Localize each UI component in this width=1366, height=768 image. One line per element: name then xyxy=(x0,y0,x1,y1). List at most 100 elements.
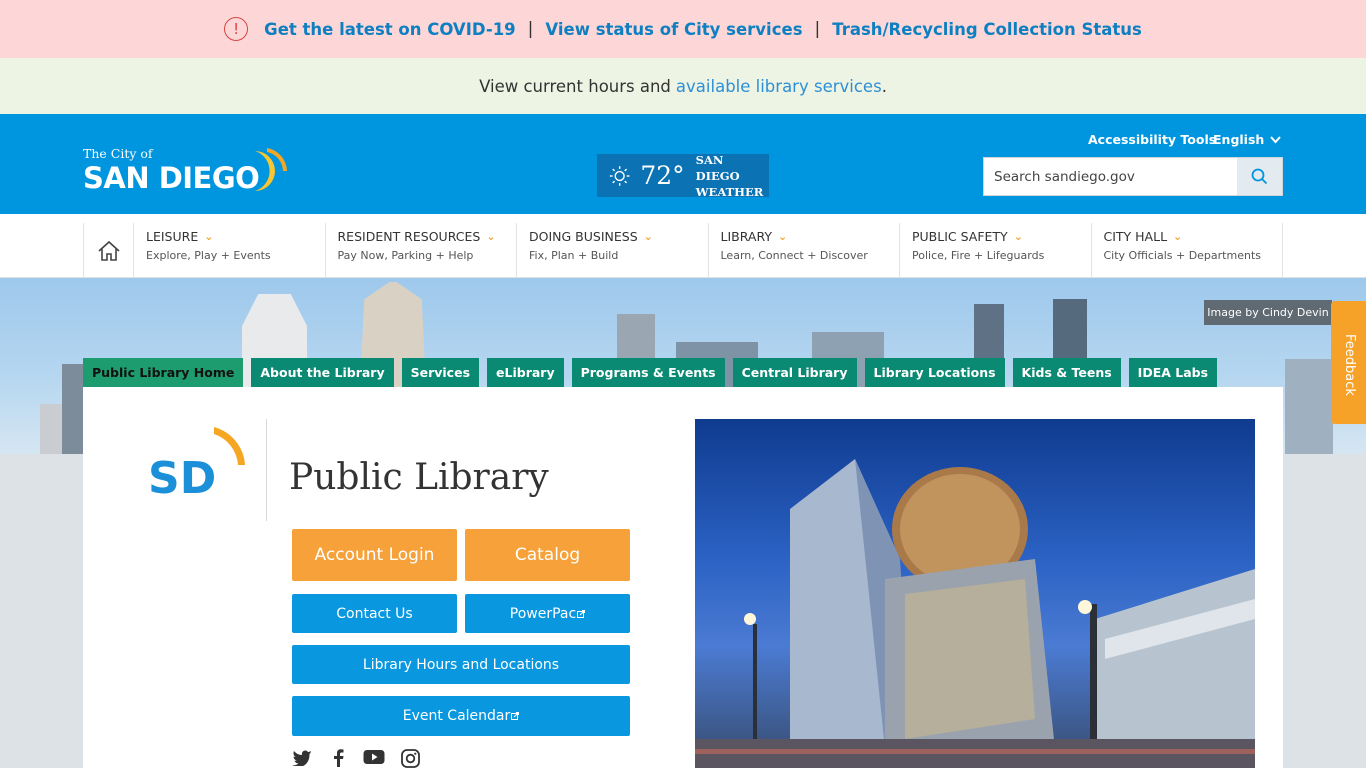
info-banner: View current hours and available library… xyxy=(0,58,1366,114)
alert-separator: | xyxy=(814,19,821,39)
external-link-icon xyxy=(511,712,520,720)
account-login-label: Account Login xyxy=(314,545,435,565)
site-search xyxy=(983,157,1283,196)
image-credit: Image by Cindy Devin xyxy=(1204,300,1332,325)
sun-icon xyxy=(609,165,630,186)
tab-idea-labs[interactable]: IDEA Labs xyxy=(1128,358,1218,387)
weather-label-line1: SAN DIEGO xyxy=(695,152,740,183)
search-button[interactable] xyxy=(1237,158,1282,195)
feedback-label: Feedback xyxy=(1342,334,1357,396)
twitter-link[interactable] xyxy=(289,749,315,768)
tab-services[interactable]: Services xyxy=(401,358,480,387)
logo-sun-icon xyxy=(255,148,287,191)
central-library-photo xyxy=(695,419,1255,768)
trash-recycling-link[interactable]: Trash/Recycling Collection Status xyxy=(832,20,1142,39)
nav-item-subtitle: Fix, Plan + Build xyxy=(529,249,619,262)
catalog-label: Catalog xyxy=(514,545,581,565)
skyline-building xyxy=(1285,359,1333,454)
logo-small-text: The City of xyxy=(83,146,153,161)
contact-us-button[interactable]: Contact Us xyxy=(292,594,457,633)
info-text: View current hours and xyxy=(479,76,671,96)
youtube-link[interactable] xyxy=(361,749,387,768)
tab-kids-teens[interactable]: Kids & Teens xyxy=(1012,358,1121,387)
city-services-link[interactable]: View status of City services xyxy=(545,20,802,39)
nav-item-resident-resources[interactable]: RESIDENT RESOURCES ⌄ Pay Now, Parking + H… xyxy=(326,223,517,278)
nav-item-title: LEISURE xyxy=(146,229,199,244)
nav-item-library[interactable]: LIBRARY ⌄ Learn, Connect + Discover xyxy=(709,223,900,278)
home-button[interactable] xyxy=(83,223,134,278)
accessibility-tools-link[interactable]: Accessibility Tools xyxy=(1088,132,1216,147)
library-content-card: SD Public Library Account Login Catalog … xyxy=(83,387,1283,768)
home-icon xyxy=(97,240,120,261)
logo-big-text: SAN DIEGO xyxy=(83,161,260,195)
powerpac-label: PowerPac xyxy=(509,605,577,622)
library-services-link[interactable]: available library services xyxy=(676,77,882,96)
instagram-link[interactable] xyxy=(397,749,423,768)
chevron-down-icon: ⌄ xyxy=(1173,230,1183,243)
powerpac-button[interactable]: PowerPac xyxy=(465,594,630,633)
chevron-down-icon: ⌄ xyxy=(643,230,653,243)
youtube-icon xyxy=(363,750,385,764)
covid-link[interactable]: Get the latest on COVID-19 xyxy=(264,20,516,39)
twitter-icon xyxy=(292,750,311,766)
library-building-illustration xyxy=(695,459,1255,768)
event-calendar-button[interactable]: Event Calendar xyxy=(292,696,630,736)
event-calendar-label: Event Calendar xyxy=(402,708,511,724)
tab-library-locations[interactable]: Library Locations xyxy=(864,358,1005,387)
chevron-down-icon: ⌄ xyxy=(777,230,788,243)
tab-central-library[interactable]: Central Library xyxy=(732,358,857,387)
nav-item-subtitle: Police, Fire + Lifeguards xyxy=(912,249,1045,262)
logo-divider xyxy=(266,419,267,521)
nav-item-leisure[interactable]: LEISURE ⌄ Explore, Play + Events xyxy=(134,223,326,278)
library-hours-label: Library Hours and Locations xyxy=(362,656,560,673)
nav-item-public-safety[interactable]: PUBLIC SAFETY ⌄ Police, Fire + Lifeguards xyxy=(900,223,1092,278)
nav-item-doing-business[interactable]: DOING BUSINESS ⌄ Fix, Plan + Build xyxy=(517,223,709,278)
nav-item-title: DOING BUSINESS xyxy=(529,229,638,244)
feedback-tab[interactable]: Feedback xyxy=(1331,301,1366,424)
catalog-button[interactable]: Catalog xyxy=(465,529,630,581)
weather-label-line2: WEATHER xyxy=(695,184,764,199)
city-logo[interactable]: The City of SAN DIEGO xyxy=(83,144,293,196)
info-suffix: . xyxy=(881,76,887,96)
nav-item-title: RESIDENT RESOURCES xyxy=(337,229,481,244)
nav-item-title: PUBLIC SAFETY xyxy=(912,229,1008,244)
nav-item-subtitle: Pay Now, Parking + Help xyxy=(337,249,474,262)
nav-item-subtitle: Learn, Connect + Discover xyxy=(720,249,868,262)
facebook-link[interactable] xyxy=(325,749,351,768)
page-title: Public Library xyxy=(289,457,549,498)
nav-item-title: CITY HALL xyxy=(1103,229,1168,244)
chevron-down-icon: ⌄ xyxy=(1013,230,1023,243)
alert-banner: ! Get the latest on COVID-19 | View stat… xyxy=(0,0,1366,58)
chevron-down-icon xyxy=(1270,135,1282,143)
account-login-button[interactable]: Account Login xyxy=(292,529,457,581)
library-hours-locations-button[interactable]: Library Hours and Locations xyxy=(292,645,630,684)
main-navigation: LEISURE ⌄ Explore, Play + Events RESIDENT… xyxy=(0,214,1366,278)
alert-icon: ! xyxy=(224,17,249,41)
chevron-down-icon: ⌄ xyxy=(486,230,496,243)
weather-widget[interactable]: 72° SAN DIEGO WEATHER xyxy=(597,152,769,200)
search-input[interactable] xyxy=(984,158,1239,195)
nav-item-city-hall[interactable]: CITY HALL ⌄ City Officials + Departments xyxy=(1092,223,1283,278)
nav-item-subtitle: City Officials + Departments xyxy=(1103,249,1262,262)
language-label: English xyxy=(1213,132,1265,147)
contact-us-label: Contact Us xyxy=(336,605,413,622)
sd-library-logo: SD xyxy=(148,427,245,505)
tab-public-library-home[interactable]: Public Library Home xyxy=(83,358,244,387)
skyline-building xyxy=(62,364,84,454)
weather-label: SAN DIEGO WEATHER xyxy=(696,152,769,200)
search-icon xyxy=(1251,168,1268,185)
sd-logo-text: SD xyxy=(148,453,216,504)
tab-elibrary[interactable]: eLibrary xyxy=(487,358,564,387)
site-header: The City of SAN DIEGO 72° SAN DIEGO WEAT… xyxy=(0,114,1366,214)
facebook-icon xyxy=(334,749,344,767)
chevron-down-icon: ⌄ xyxy=(204,230,214,243)
nav-item-title: LIBRARY xyxy=(720,229,772,244)
tab-about-the-library[interactable]: About the Library xyxy=(251,358,394,387)
library-tabs: Public Library Home About the Library Se… xyxy=(83,358,1225,387)
language-selector[interactable]: English xyxy=(1213,132,1282,147)
weather-temperature: 72° xyxy=(640,161,685,190)
nav-item-subtitle: Explore, Play + Events xyxy=(146,249,271,262)
alert-separator: | xyxy=(527,19,534,39)
tab-programs-events[interactable]: Programs & Events xyxy=(571,358,725,387)
external-link-icon xyxy=(577,609,586,618)
